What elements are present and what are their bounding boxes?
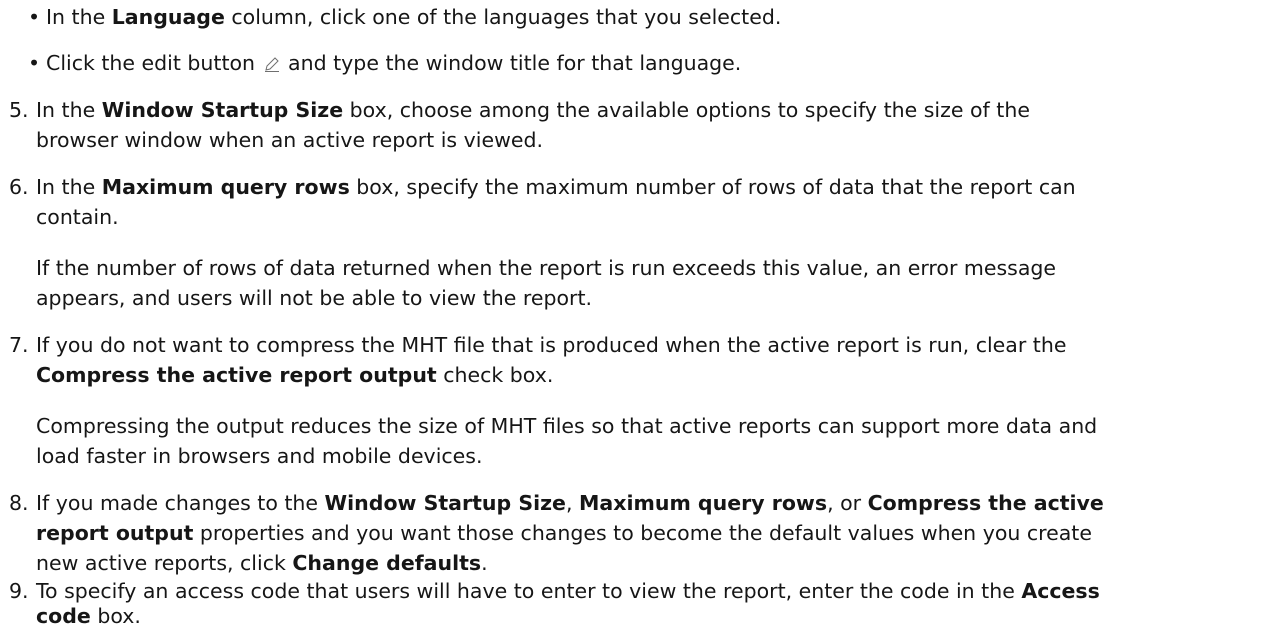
step-5-line-2: browser window when an active report is … (36, 128, 543, 152)
bullet-marker: • (28, 5, 41, 29)
step-6-line-2: contain. (36, 205, 119, 229)
step-number: 5. (9, 98, 29, 122)
step-number: 8. (9, 491, 29, 515)
step-7-note-line-1: Compressing the output reduces the size … (36, 414, 1098, 438)
step-7-line-2: Compress the active report output check … (36, 363, 554, 387)
bullet-marker: • (28, 51, 41, 75)
step-number: 6. (9, 175, 29, 199)
step-8-line-2: report output properties and you want th… (36, 521, 1092, 545)
step-8-line-3: new active reports, click Change default… (36, 551, 488, 575)
pencil-icon (264, 50, 280, 72)
sub-bullet-edit: Click the edit button and type the windo… (46, 50, 742, 75)
step-6-line-1: In the Maximum query rows box, specify t… (36, 175, 1076, 199)
step-9-line-1: To specify an access code that users wil… (36, 579, 1100, 603)
step-number: 7. (9, 333, 29, 357)
step-7-note-line-2: load faster in browsers and mobile devic… (36, 444, 483, 468)
step-7-line-1: If you do not want to compress the MHT f… (36, 333, 1067, 357)
step-5-line-1: In the Window Startup Size box, choose a… (36, 98, 1030, 122)
step-8-line-1: If you made changes to the Window Startu… (36, 491, 1104, 515)
step-9-line-2: code box. (36, 604, 141, 628)
sub-bullet-language: In the Language column, click one of the… (46, 5, 782, 29)
step-6-note-line-1: If the number of rows of data returned w… (36, 256, 1057, 280)
step-number: 9. (9, 579, 29, 603)
step-6-note-line-2: appears, and users will not be able to v… (36, 286, 593, 310)
